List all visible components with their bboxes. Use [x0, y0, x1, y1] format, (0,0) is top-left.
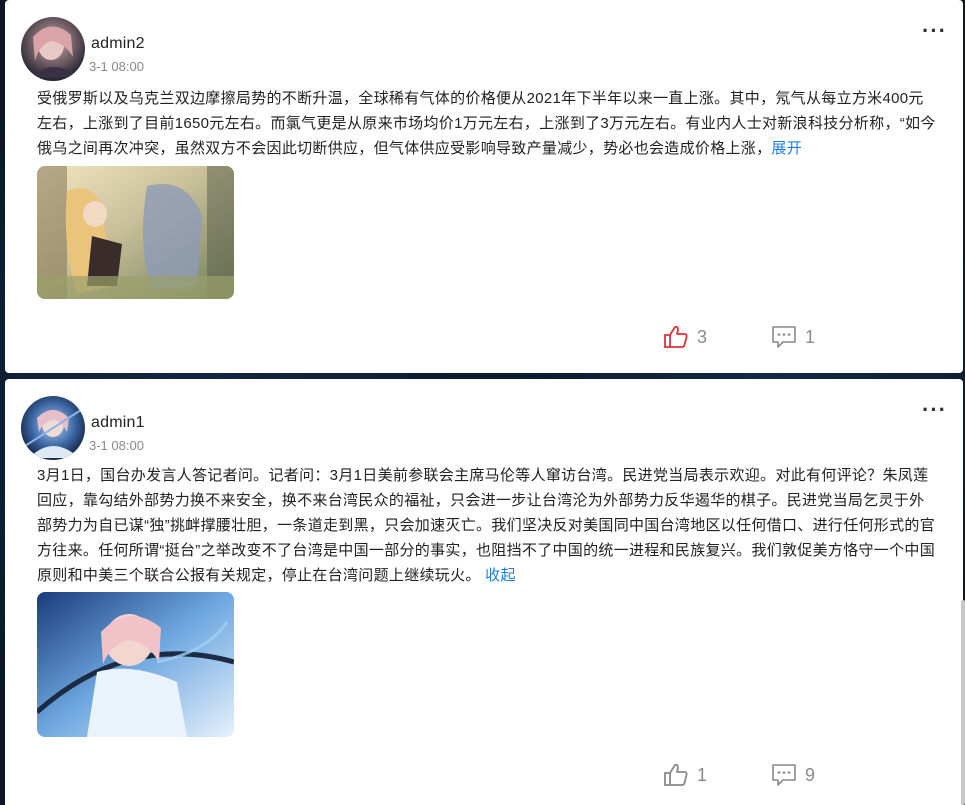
username[interactable]: admin1 — [91, 414, 145, 432]
more-options-icon[interactable]: ··· — [922, 399, 947, 421]
post-image[interactable] — [37, 592, 234, 737]
comment-count: 9 — [805, 764, 816, 785]
thumbs-up-icon — [663, 763, 689, 787]
post-card: admin1 3-1 08:00 ··· 3月1日，国台办发言人答记者问。记者问… — [5, 379, 963, 805]
username[interactable]: admin2 — [91, 35, 145, 53]
like-button[interactable]: 1 — [663, 763, 707, 787]
comment-button[interactable]: 9 — [771, 763, 815, 787]
post-actions: 3 1 — [663, 325, 963, 355]
collapse-link[interactable]: 收起 — [485, 567, 516, 584]
more-options-icon[interactable]: ··· — [922, 20, 947, 42]
like-count: 1 — [697, 764, 708, 785]
comment-icon — [771, 763, 797, 787]
scrollbar[interactable] — [961, 600, 965, 805]
post-time: 3-1 08:00 — [89, 438, 144, 453]
post-text: 3月1日，国台办发言人答记者问。记者问：3月1日美前参联会主席马伦等人窜访台湾。… — [37, 463, 937, 588]
like-count: 3 — [697, 326, 708, 347]
comment-icon — [771, 325, 797, 349]
thumbs-up-icon — [663, 325, 689, 349]
post-image[interactable] — [37, 166, 234, 299]
avatar[interactable] — [21, 396, 85, 460]
post-card: admin2 3-1 08:00 ··· 受俄罗斯以及乌克兰双边摩擦局势的不断升… — [5, 0, 963, 373]
post-time: 3-1 08:00 — [89, 59, 144, 74]
comment-button[interactable]: 1 — [771, 325, 815, 349]
post-actions: 1 9 — [663, 763, 963, 793]
expand-link[interactable]: 展开 — [771, 140, 802, 157]
avatar[interactable] — [21, 17, 85, 81]
comment-count: 1 — [805, 326, 816, 347]
like-button[interactable]: 3 — [663, 325, 707, 349]
post-text: 受俄罗斯以及乌克兰双边摩擦局势的不断升温，全球稀有气体的价格便从2021年下半年… — [37, 86, 937, 161]
